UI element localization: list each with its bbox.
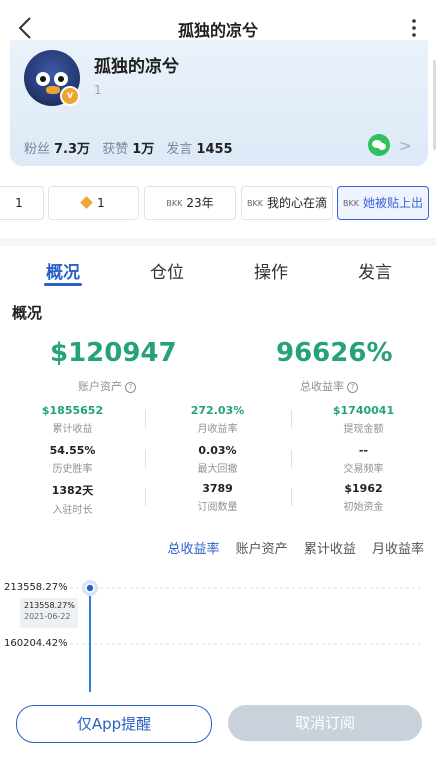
metric-label: 累计收益 [52, 424, 93, 435]
section-divider [0, 238, 436, 246]
tag-item[interactable]: 1 [48, 186, 139, 220]
avatar-beak [46, 86, 60, 94]
fans-value: 7.3万 [54, 142, 91, 157]
help-icon[interactable]: ? [347, 382, 358, 393]
tag-item[interactable]: BKK 我的心在滴 [241, 186, 333, 220]
tag-label: 我的心在滴 [266, 196, 327, 210]
tab-posts[interactable]: 发言 [358, 258, 392, 283]
tag-item[interactable]: 1 [0, 186, 44, 220]
tag-label: 1 [15, 196, 23, 210]
metric-label: 历史胜率 [52, 464, 93, 475]
y-tick-label: 160204.42% [4, 638, 68, 649]
unsubscribe-button[interactable]: 取消订阅 [228, 705, 422, 741]
metric-max-drawdown: 0.03% 最大回撤 [145, 444, 290, 475]
total-return-label: 总收益率? [300, 378, 358, 394]
metric-value: 1382天 [51, 484, 94, 497]
tag-label: 她被贴上出 [362, 196, 423, 210]
bkk-icon: BKK [343, 199, 359, 208]
chevron-right-icon[interactable]: > [399, 136, 412, 155]
tag-item-active[interactable]: BKK 她被贴上出 [337, 186, 429, 220]
tab-operations[interactable]: 操作 [254, 258, 288, 283]
avatar-eye-right [54, 72, 68, 86]
return-label-text: 总收益率 [300, 380, 344, 393]
metric-separator [291, 410, 292, 428]
metric-tenure: 1382天 入驻时长 [0, 482, 145, 516]
account-assets-value: $120947 [50, 338, 177, 368]
chart-metric-tabs: 总收益率 账户资产 累计收益 月收益率 [156, 538, 424, 557]
metric-separator [145, 450, 146, 468]
tag-label: 23年 [186, 196, 214, 210]
metric-monthly-return: 272.03% 月收益率 [145, 404, 290, 435]
metric-initial-capital: $1962 初始资金 [291, 482, 436, 513]
metric-tab-account-assets[interactable]: 账户资产 [236, 542, 288, 557]
metric-cumulative-profit: $1855652 累计收益 [0, 404, 145, 435]
metric-separator [145, 410, 146, 428]
metric-value: -- [358, 444, 369, 457]
assets-label-text: 账户资产 [78, 380, 122, 393]
metric-value: 54.55% [49, 444, 96, 457]
bkk-icon: BKK [166, 199, 183, 208]
avatar-eye-left [36, 72, 50, 86]
tab-positions[interactable]: 仓位 [150, 258, 184, 283]
profile-stats: 粉丝 7.3万 获赞 1万 发言 1455 [24, 138, 241, 157]
metric-separator [291, 488, 292, 506]
metric-label: 提现金额 [343, 424, 384, 435]
tag-row: 1 1 BKK 23年 BKK 我的心在滴 BKK 她被贴上出 [0, 186, 436, 220]
diamond-icon [80, 196, 94, 209]
metric-value: 0.03% [198, 444, 237, 457]
metric-label: 初始资金 [343, 502, 384, 513]
metric-label: 月收益率 [197, 424, 238, 435]
tab-active-indicator [44, 283, 82, 286]
metric-value: 3789 [202, 482, 233, 495]
metric-subscriptions: 3789 订阅数量 [145, 482, 290, 513]
metric-value: $1740041 [332, 404, 395, 417]
user-level: 1 [94, 83, 102, 97]
metric-tab-cumulative-profit[interactable]: 累计收益 [304, 542, 356, 557]
tab-bar: 概况 仓位 操作 发言 [0, 250, 436, 290]
app-remind-button[interactable]: 仅App提醒 [16, 705, 212, 743]
likes-value: 1万 [132, 142, 155, 157]
tag-label: 1 [97, 196, 105, 210]
y-tick-label: 213558.27% [4, 582, 68, 593]
posts-value: 1455 [196, 142, 233, 157]
user-name: 孤独的凉兮 [94, 57, 179, 77]
metric-value: $1962 [344, 482, 383, 495]
tag-item[interactable]: BKK 23年 [144, 186, 236, 220]
metric-win-rate: 54.55% 历史胜率 [0, 444, 145, 475]
metric-label: 订阅数量 [197, 502, 238, 513]
account-assets-label: 账户资产? [78, 378, 136, 394]
page-title: 孤独的凉兮 [177, 21, 258, 40]
data-point[interactable] [85, 583, 95, 593]
likes-label: 获赞 [102, 142, 129, 157]
metric-separator [145, 488, 146, 506]
return-chart[interactable]: 213558.27% 160204.42% 213558.27% 2021-06… [0, 572, 436, 692]
wechat-icon[interactable] [368, 134, 390, 156]
metric-tab-total-return[interactable]: 总收益率 [168, 542, 220, 557]
tooltip-date: 2021-06-22 [24, 612, 71, 621]
posts-label: 发言 [166, 142, 193, 157]
profile-card[interactable]: v 孤独的凉兮 1 粉丝 7.3万 获赞 1万 发言 1455 > [10, 40, 428, 166]
metric-value: $1855652 [41, 404, 104, 417]
chart-tooltip: 213558.27% 2021-06-22 [20, 598, 78, 628]
section-title: 概况 [12, 304, 43, 322]
fans-label: 粉丝 [24, 142, 51, 157]
metric-label: 入驻时长 [52, 505, 93, 516]
total-return-value: 96626% [276, 338, 393, 368]
metric-label: 交易频率 [343, 464, 384, 475]
metric-separator [291, 450, 292, 468]
metric-tab-monthly-return[interactable]: 月收益率 [372, 542, 424, 557]
metric-trade-frequency: -- 交易频率 [291, 444, 436, 475]
help-icon[interactable]: ? [125, 382, 136, 393]
bkk-icon: BKK [247, 199, 263, 208]
metric-label: 最大回撤 [197, 464, 238, 475]
metric-withdrawal: $1740041 提现金额 [291, 404, 436, 435]
tab-overview[interactable]: 概况 [46, 258, 80, 283]
tooltip-value: 213558.27% [24, 601, 75, 610]
metric-value: 272.03% [190, 404, 245, 417]
more-vertical-icon[interactable] [406, 14, 422, 42]
verified-badge: v [60, 86, 80, 106]
